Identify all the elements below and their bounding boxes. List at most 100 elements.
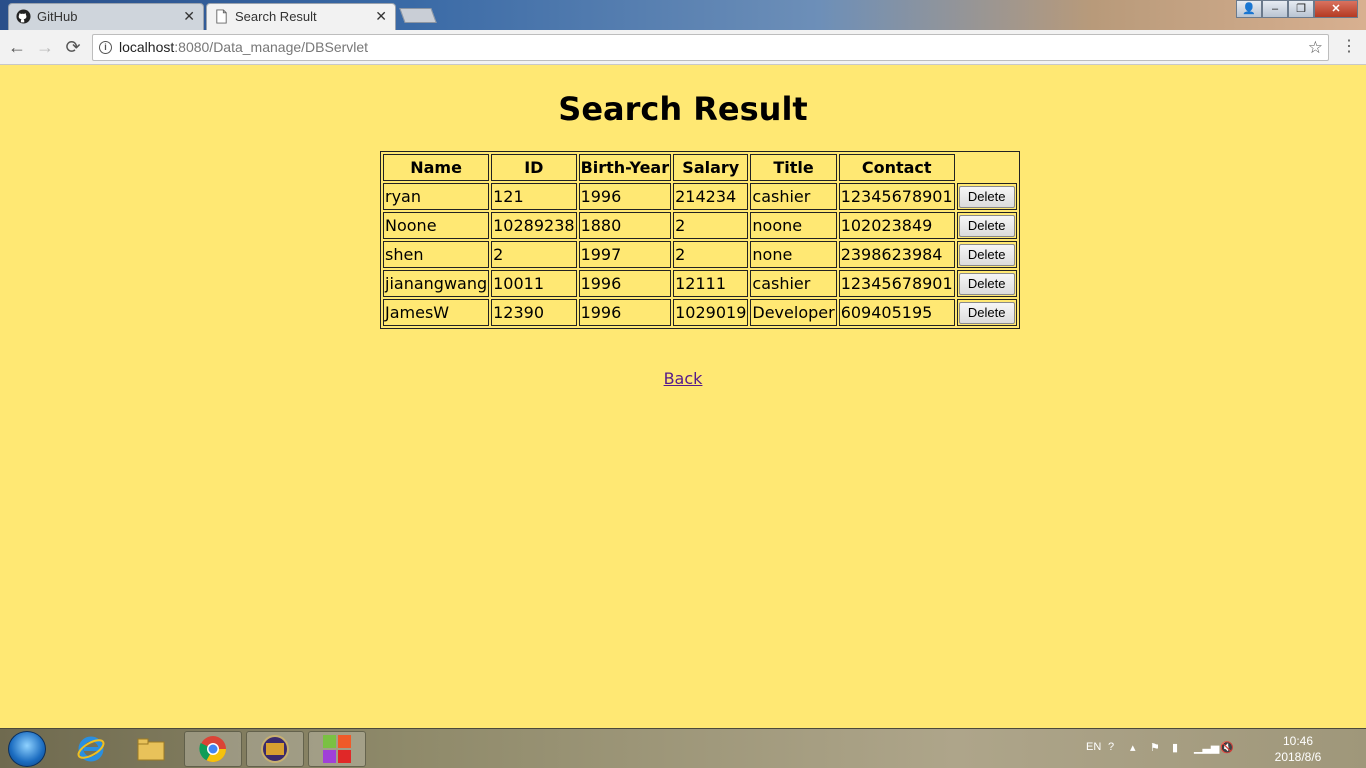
window-controls: 👤 – ❐ ✕ <box>1236 0 1358 20</box>
eclipse-icon[interactable] <box>246 731 304 767</box>
cell-name: jianangwang <box>383 270 490 297</box>
cell-action: Delete <box>956 212 1017 239</box>
delete-button[interactable]: Delete <box>958 301 1015 324</box>
browser-tabstrip: GitHub ✕ Search Result ✕ 👤 – ❐ ✕ <box>0 0 1366 30</box>
cell-contact: 12345678901 <box>838 270 955 297</box>
windows-taskbar: EN ? ▴ ⚑ ▮ ▁▃▅ 🔇 10:46 2018/8/6 <box>0 728 1366 768</box>
new-tab-button[interactable] <box>399 8 437 23</box>
back-link[interactable]: Back <box>664 369 703 388</box>
cell-name: Noone <box>383 212 490 239</box>
cell-salary: 2 <box>673 241 749 268</box>
table-row: ryan 121 1996 214234 cashier 12345678901… <box>383 183 1017 210</box>
cell-id: 12390 <box>491 299 577 326</box>
chrome-icon[interactable] <box>184 731 242 767</box>
column-header-salary: Salary <box>673 154 749 181</box>
cell-salary: 2 <box>673 212 749 239</box>
tab-github[interactable]: GitHub ✕ <box>8 3 204 30</box>
cell-name: shen <box>383 241 490 268</box>
cell-id: 2 <box>491 241 577 268</box>
github-icon <box>16 9 31 24</box>
delete-button[interactable]: Delete <box>958 185 1015 208</box>
forward-arrow-icon[interactable]: → <box>34 36 56 58</box>
back-arrow-icon[interactable]: ← <box>6 36 28 58</box>
reload-icon[interactable]: ⟳ <box>62 36 84 58</box>
ie-icon[interactable] <box>62 731 120 767</box>
tab-label: GitHub <box>37 9 78 24</box>
page-icon <box>216 9 227 24</box>
arrow-up-icon[interactable]: ▴ <box>1130 741 1136 754</box>
delete-button[interactable]: Delete <box>958 272 1015 295</box>
java-ee-ide-icon <box>261 735 289 763</box>
cell-action: Delete <box>956 270 1017 297</box>
cell-contact: 102023849 <box>838 212 955 239</box>
address-bar[interactable]: i localhost:8080/Data_manage/DBServlet ☆ <box>92 34 1329 61</box>
back-link-container: Back <box>0 369 1366 388</box>
folder-icon <box>137 738 165 761</box>
cell-title: Developer <box>750 299 837 326</box>
cell-action: Delete <box>956 299 1017 326</box>
flag-icon[interactable]: ⚑ <box>1150 741 1160 754</box>
start-button[interactable] <box>8 731 46 767</box>
cell-name: JamesW <box>383 299 490 326</box>
cell-title: cashier <box>750 270 837 297</box>
cell-contact: 609405195 <box>838 299 955 326</box>
tab-label: Search Result <box>235 9 317 24</box>
bookmark-star-icon[interactable]: ☆ <box>1308 35 1323 60</box>
delete-button[interactable]: Delete <box>958 214 1015 237</box>
page-body: Search Result Name ID Birth-Year Salary … <box>0 66 1366 728</box>
system-tray: EN ? ▴ ⚑ ▮ ▁▃▅ 🔇 10:46 2018/8/6 <box>1086 729 1356 768</box>
minimize-button[interactable]: – <box>1262 0 1288 18</box>
cell-title: noone <box>750 212 837 239</box>
column-header-contact: Contact <box>838 154 955 181</box>
results-table: Name ID Birth-Year Salary Title Contact … <box>380 151 1020 329</box>
network-icon[interactable]: ▮ <box>1172 741 1178 754</box>
tiles-icon[interactable] <box>308 731 366 767</box>
cell-action: Delete <box>956 241 1017 268</box>
user-icon[interactable]: 👤 <box>1236 0 1262 18</box>
cell-birth-year: 1997 <box>578 241 672 268</box>
cell-title: cashier <box>750 183 837 210</box>
cell-id: 10289238 <box>491 212 577 239</box>
cell-birth-year: 1996 <box>578 299 672 326</box>
browser-toolbar: ← → ⟳ i localhost:8080/Data_manage/DBSer… <box>0 30 1366 65</box>
cell-salary: 1029019 <box>673 299 749 326</box>
tab-search-result[interactable]: Search Result ✕ <box>206 3 396 30</box>
tiles-icon <box>323 735 351 763</box>
signal-icon[interactable]: ▁▃▅ <box>1194 741 1219 754</box>
clock[interactable]: 10:46 2018/8/6 <box>1268 733 1328 765</box>
delete-button[interactable]: Delete <box>958 243 1015 266</box>
cell-birth-year: 1996 <box>578 183 672 210</box>
cell-contact: 2398623984 <box>838 241 955 268</box>
url-text: localhost:8080/Data_manage/DBServlet <box>119 39 369 55</box>
close-icon[interactable]: ✕ <box>375 4 387 29</box>
column-header-title: Title <box>750 154 837 181</box>
close-icon[interactable]: ✕ <box>183 4 195 29</box>
cell-id: 121 <box>491 183 577 210</box>
page-title: Search Result <box>558 90 808 128</box>
info-icon[interactable]: i <box>99 41 112 54</box>
explorer-icon[interactable] <box>122 731 180 767</box>
column-header-birth-year: Birth-Year <box>578 154 672 181</box>
table-header-row: Name ID Birth-Year Salary Title Contact <box>383 154 1017 181</box>
chrome-icon <box>199 736 227 763</box>
column-header-name: Name <box>383 154 490 181</box>
help-icon[interactable]: ? <box>1108 741 1114 753</box>
table-row: shen 2 1997 2 none 2398623984 Delete <box>383 241 1017 268</box>
volume-icon[interactable]: 🔇 <box>1220 741 1234 754</box>
language-indicator[interactable]: EN <box>1086 741 1101 753</box>
cell-id: 10011 <box>491 270 577 297</box>
column-header-id: ID <box>491 154 577 181</box>
table-row: JamesW 12390 1996 1029019 Developer 6094… <box>383 299 1017 326</box>
table-row: Noone 10289238 1880 2 noone 102023849 De… <box>383 212 1017 239</box>
clock-date: 2018/8/6 <box>1274 750 1322 764</box>
kebab-menu-icon[interactable]: ⋮ <box>1341 36 1357 56</box>
ie-icon <box>77 736 105 762</box>
restore-button[interactable]: ❐ <box>1288 0 1314 18</box>
cell-salary: 214234 <box>673 183 749 210</box>
cell-salary: 12111 <box>673 270 749 297</box>
cell-action: Delete <box>956 183 1017 210</box>
close-window-button[interactable]: ✕ <box>1314 0 1358 18</box>
cell-name: ryan <box>383 183 490 210</box>
cell-birth-year: 1880 <box>578 212 672 239</box>
column-header-action <box>957 154 1017 181</box>
